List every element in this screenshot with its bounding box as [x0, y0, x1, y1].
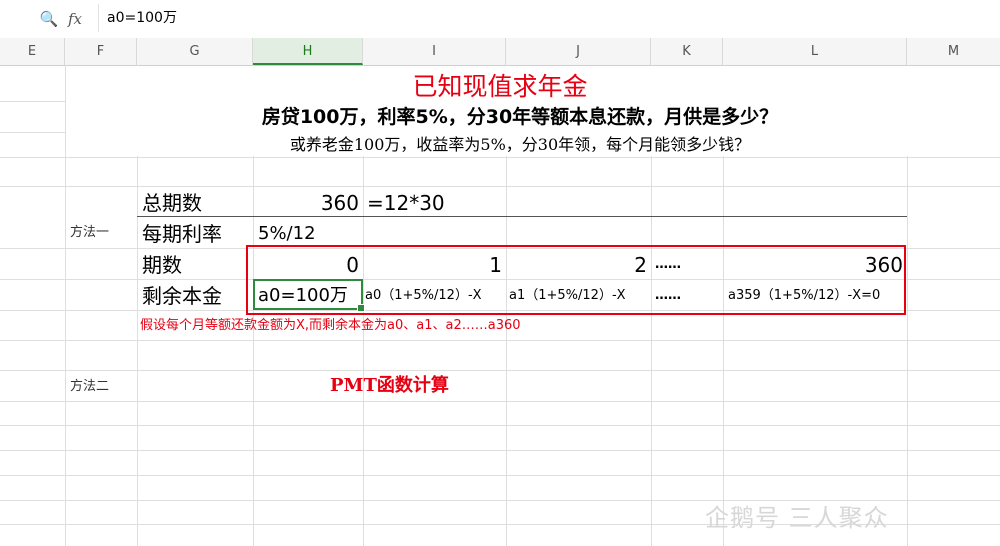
column-header-m[interactable]: M	[907, 38, 1000, 65]
fill-handle[interactable]	[357, 304, 365, 312]
row-underline	[137, 216, 907, 217]
column-header-l[interactable]: L	[723, 38, 907, 65]
sheet-title: 已知现值求年金	[412, 72, 588, 101]
column-header-f[interactable]: F	[65, 38, 137, 65]
total-periods-label[interactable]: 总期数	[142, 189, 202, 217]
subtitle-question: 房贷100万，利率5%，分30年等额本息还款，月供是多少？	[261, 106, 779, 128]
active-cell-border	[253, 279, 365, 312]
method2-label[interactable]: 方法二	[70, 377, 109, 397]
column-header-h[interactable]: H	[253, 38, 363, 65]
column-header-i[interactable]: I	[363, 38, 506, 65]
period-label[interactable]: 期数	[142, 251, 182, 279]
formula-bar: 🔍 fx a0=100万	[0, 0, 1000, 39]
rate-value[interactable]: 5%/12	[258, 220, 316, 248]
total-periods-value[interactable]: 360	[253, 189, 359, 217]
watermark: 企鹅号 三人聚众	[705, 504, 889, 532]
column-header-g[interactable]: G	[137, 38, 253, 65]
fx-icon[interactable]: fx	[68, 8, 90, 30]
column-header-bar: E F G H I J K L M	[0, 38, 1000, 66]
pmt-text[interactable]: PMT函数计算	[330, 373, 449, 399]
assumption-note[interactable]: 假设每个月等额还款金额为X,而剩余本金为a0、a1、a2……a360	[140, 316, 521, 336]
column-header-e[interactable]: E	[0, 38, 65, 65]
zoom-icon[interactable]: 🔍	[38, 8, 60, 30]
method1-label[interactable]: 方法一	[70, 223, 109, 243]
column-header-k[interactable]: K	[651, 38, 723, 65]
rate-label[interactable]: 每期利率	[142, 220, 222, 248]
total-periods-formula[interactable]: =12*30	[367, 189, 445, 217]
formula-input[interactable]: a0=100万	[98, 4, 1000, 32]
subtitle-alternative: 或养老金100万，收益率为5%，分30年领，每个月能领多少钱？	[289, 135, 751, 154]
principal-label[interactable]: 剩余本金	[142, 282, 222, 310]
column-header-j[interactable]: J	[506, 38, 651, 65]
